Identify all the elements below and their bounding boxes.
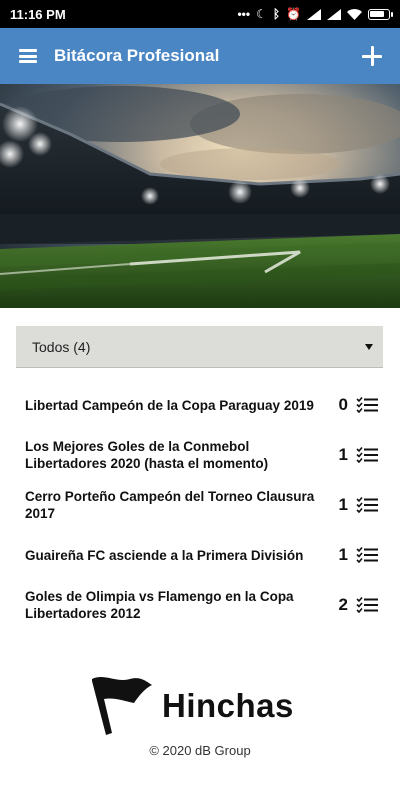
item-count: 2: [338, 595, 348, 614]
status-bar: 11:16 PM ••• ☾ ᛒ ⏰: [0, 0, 400, 28]
list-item[interactable]: Libertad Campeón de la Copa Paraguay 201…: [0, 380, 400, 430]
item-count: 1: [338, 445, 348, 464]
bluetooth-icon: ᛒ: [272, 7, 281, 21]
alarm-icon: ⏰: [286, 7, 301, 21]
item-title: Cerro Porteño Campeón del Torneo Clausur…: [25, 489, 315, 521]
checklist-icon[interactable]: [356, 497, 378, 513]
checklist-icon[interactable]: [356, 597, 378, 613]
item-count: 1: [338, 495, 348, 514]
item-title: Los Mejores Goles de la Conmebol Liberta…: [25, 439, 269, 471]
add-button[interactable]: [344, 28, 400, 84]
signal-icon: [307, 8, 321, 20]
hero-stadium-image: [0, 84, 400, 308]
entry-list: Libertad Campeón de la Copa Paraguay 201…: [0, 380, 400, 630]
item-title: Guaireña FC asciende a la Primera Divisi…: [25, 547, 304, 563]
brand-name: Hinchas: [162, 687, 294, 724]
menu-button[interactable]: [0, 28, 56, 84]
status-icons: ••• ☾ ᛒ ⏰: [237, 7, 393, 21]
filter-selected-value: Todos (4): [32, 338, 91, 355]
wifi-icon: [347, 8, 362, 20]
hinchas-logo: Hinchas: [90, 673, 294, 735]
item-count: 0: [338, 395, 348, 414]
status-time: 11:16 PM: [10, 6, 66, 22]
item-title: Libertad Campeón de la Copa Paraguay 201…: [25, 397, 314, 413]
list-item[interactable]: Guaireña FC asciende a la Primera Divisi…: [0, 530, 400, 580]
item-count: 1: [338, 545, 348, 564]
list-item[interactable]: Cerro Porteño Campeón del Torneo Clausur…: [0, 480, 400, 530]
app-bar: Bitácora Profesional: [0, 28, 400, 84]
item-title: Goles de Olimpia vs Flamengo en la Copa …: [25, 589, 294, 621]
checklist-icon[interactable]: [356, 547, 378, 563]
flag-icon: [92, 677, 152, 735]
moon-icon: ☾: [256, 7, 267, 21]
page-title: Bitácora Profesional: [54, 46, 220, 65]
checklist-icon[interactable]: [356, 397, 378, 413]
list-item[interactable]: Goles de Olimpia vs Flamengo en la Copa …: [0, 580, 400, 630]
signal-icon: [327, 8, 341, 20]
plus-icon: [362, 46, 382, 66]
list-item[interactable]: Los Mejores Goles de la Conmebol Liberta…: [0, 430, 400, 480]
caret-down-icon: [365, 343, 373, 350]
battery-icon: [368, 8, 393, 20]
filter-select[interactable]: Todos (4): [16, 326, 383, 368]
menu-icon: [19, 49, 37, 63]
checklist-icon[interactable]: [356, 447, 378, 463]
copyright-text: © 2020 dB Group: [149, 743, 251, 758]
more-icon: •••: [237, 7, 251, 21]
